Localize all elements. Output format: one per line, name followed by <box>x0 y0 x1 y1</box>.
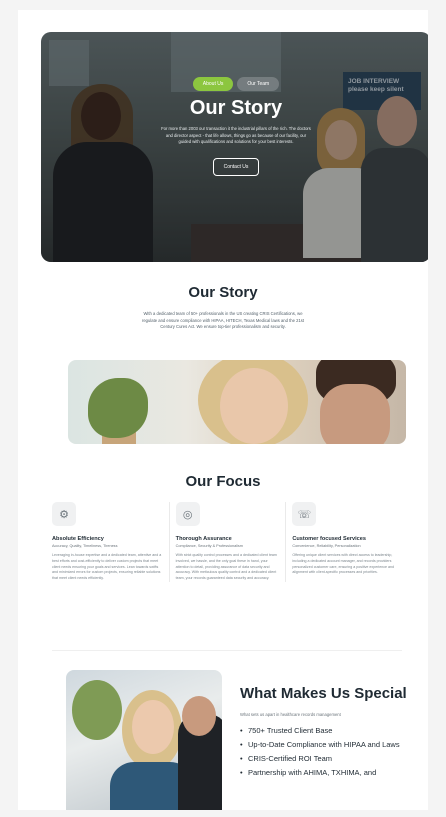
team-photo-strip <box>68 360 406 444</box>
special-section: What Makes Us Special What sets us apart… <box>240 684 420 782</box>
list-item: 750+ Trusted Client Base <box>240 726 420 737</box>
focus-item-subtitle: Compliance, Security & Professionalism <box>175 544 243 548</box>
focus-item-text: With strict quality control processes an… <box>175 553 277 580</box>
focus-item-subtitle: Convenience, Reliability, Personalizatio… <box>292 544 361 548</box>
focus-item-title: Absolute Efficiency <box>52 536 104 542</box>
section-divider <box>52 650 402 651</box>
focus-item-customer: ☏ Customer focused Services Convenience,… <box>285 502 402 582</box>
focus-item-subtitle: Accuracy, Quality, Timeliness, Tireness <box>52 544 118 548</box>
focus-item-text: Leveraging in-house expertise and a dedi… <box>52 553 162 580</box>
breadcrumb-our-team[interactable]: Our Team <box>237 77 280 91</box>
special-list: 750+ Trusted Client Base Up-to-Date Comp… <box>240 726 420 779</box>
special-intro: What sets us apart in healthcare records… <box>240 711 341 717</box>
breadcrumb: About Us Our Team <box>192 77 280 91</box>
focus-item-efficiency: ⚙ Absolute Efficiency Accuracy, Quality,… <box>52 502 169 582</box>
our-story-section: Our Story With a dedicated team of 50+ p… <box>18 284 428 331</box>
focus-item-title: Thorough Assurance <box>175 536 232 542</box>
list-item: Partnership with AHIMA, TXHIMA, and <box>240 768 420 779</box>
hero-title: Our Story <box>189 97 283 119</box>
page-container: JOB INTERVIEW please keep silent About U… <box>18 10 428 810</box>
list-item: Up-to-Date Compliance with HIPAA and Law… <box>240 740 420 751</box>
story-title: Our Story <box>188 284 258 301</box>
hero-banner: JOB INTERVIEW please keep silent About U… <box>41 32 428 262</box>
focus-columns: ⚙ Absolute Efficiency Accuracy, Quality,… <box>52 502 402 582</box>
support-icon: ☏ <box>292 502 317 526</box>
gear-icon: ⚙ <box>52 502 76 526</box>
hero-description: For more than 2003 our transaction it th… <box>161 126 311 144</box>
contact-us-button[interactable]: Contact Us <box>212 157 260 176</box>
focus-item-title: Customer focused Services <box>292 536 367 542</box>
story-text: With a dedicated team of 50+ professiona… <box>141 311 305 330</box>
special-photo <box>66 670 222 810</box>
target-icon: ◎ <box>175 502 200 526</box>
list-item: CRIS-Certified ROI Team <box>240 754 420 765</box>
breadcrumb-about-us[interactable]: About Us <box>192 77 234 91</box>
hero-content: About Us Our Team Our Story For more tha… <box>41 72 428 176</box>
focus-item-assurance: ◎ Thorough Assurance Compliance, Securit… <box>168 502 286 582</box>
special-title: What Makes Us Special <box>240 685 407 702</box>
focus-item-text: Offering unique client services with dir… <box>292 553 395 575</box>
focus-title: Our Focus <box>185 473 261 490</box>
